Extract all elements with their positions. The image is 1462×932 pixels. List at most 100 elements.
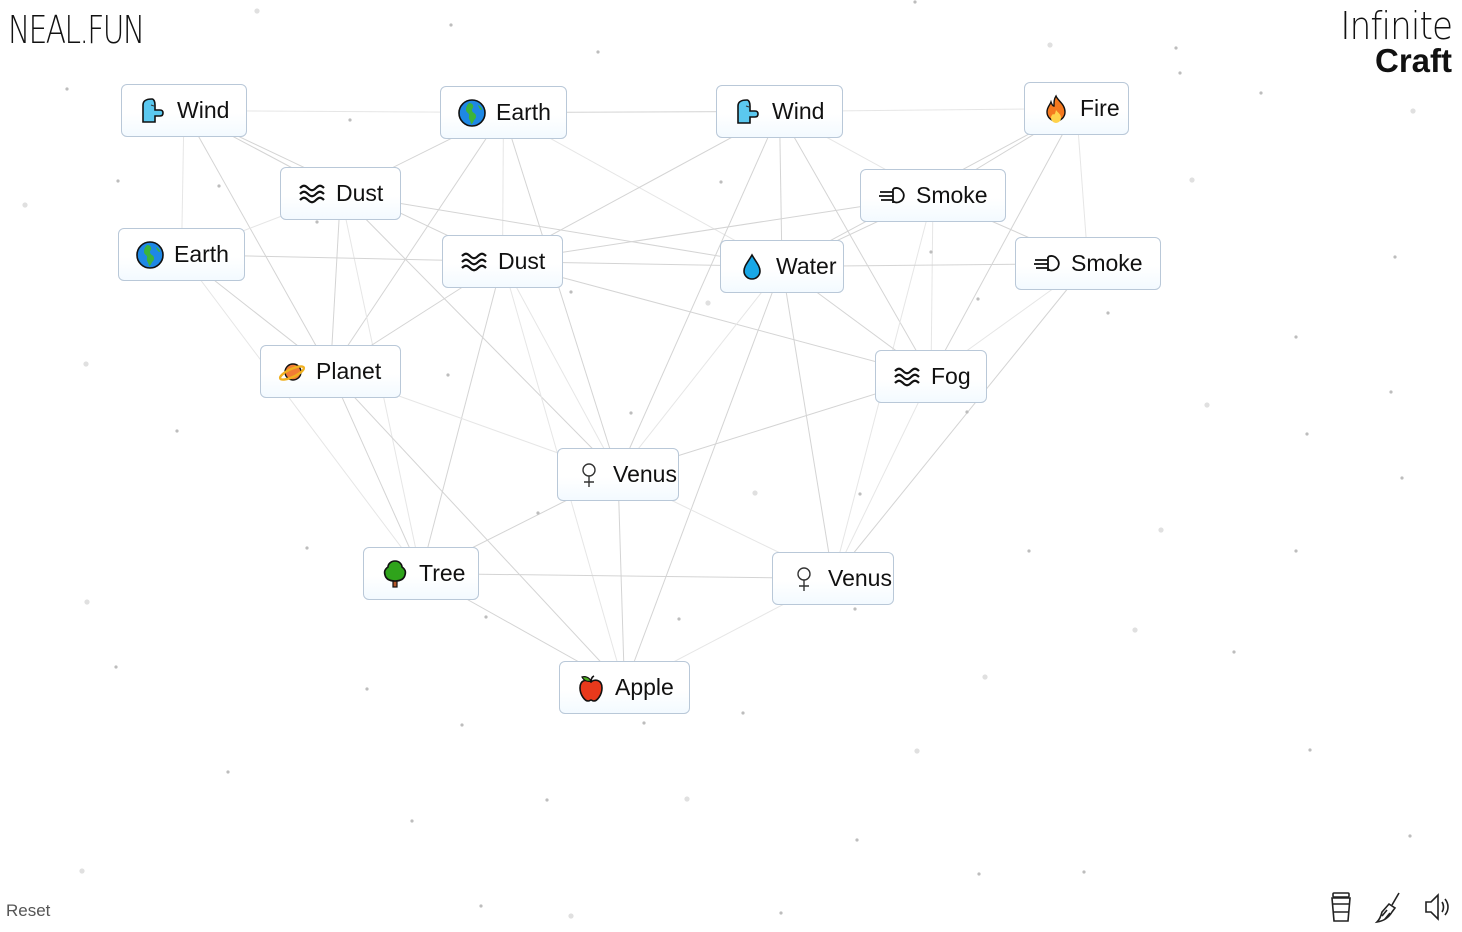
element-wind[interactable]: Wind bbox=[716, 85, 843, 138]
connection-line bbox=[502, 261, 932, 377]
speaker-icon[interactable] bbox=[1422, 890, 1452, 924]
element-label: Wind bbox=[772, 98, 825, 124]
background-particle bbox=[1232, 650, 1236, 654]
brand-infinite: Infinite bbox=[1340, 4, 1453, 48]
element-label: Earth bbox=[174, 241, 229, 267]
background-particle bbox=[642, 721, 646, 725]
background-particle bbox=[965, 410, 969, 414]
background-particle bbox=[217, 184, 221, 188]
background-particle bbox=[1400, 476, 1404, 480]
element-venus[interactable]: Venus bbox=[557, 448, 679, 501]
connection-line bbox=[330, 371, 625, 688]
broom-icon[interactable] bbox=[1374, 890, 1404, 924]
background-particle bbox=[446, 373, 450, 377]
background-particle bbox=[545, 798, 549, 802]
background-particle bbox=[1106, 311, 1110, 315]
waves-icon bbox=[459, 247, 489, 277]
background-particle bbox=[449, 23, 453, 27]
background-particle bbox=[596, 50, 600, 54]
globe-icon bbox=[135, 240, 165, 270]
background-particle bbox=[1178, 71, 1182, 75]
element-label: Planet bbox=[316, 358, 382, 384]
background-particle bbox=[684, 796, 690, 802]
smoke-icon bbox=[1032, 249, 1062, 279]
background-particle bbox=[1158, 527, 1164, 533]
background-particle bbox=[479, 904, 483, 908]
connection-line bbox=[617, 266, 783, 475]
background-particle bbox=[929, 250, 933, 254]
background-particle bbox=[568, 913, 574, 919]
element-dust[interactable]: Dust bbox=[442, 235, 563, 288]
connection-line bbox=[832, 376, 932, 579]
background-particle bbox=[977, 872, 981, 876]
element-fire[interactable]: Fire bbox=[1024, 82, 1129, 135]
background-particle bbox=[569, 290, 573, 294]
background-particle bbox=[853, 607, 857, 611]
neal-fun-logo[interactable]: NEAL.FUN bbox=[8, 6, 145, 54]
connection-line bbox=[832, 263, 1089, 579]
background-particle bbox=[1082, 870, 1086, 874]
background-particle bbox=[410, 819, 414, 823]
background-particle bbox=[629, 411, 633, 415]
coffee-cup-icon[interactable] bbox=[1326, 890, 1356, 924]
fire-icon bbox=[1041, 94, 1071, 124]
element-fog[interactable]: Fog bbox=[875, 350, 987, 403]
element-earth[interactable]: Earth bbox=[118, 228, 245, 281]
element-label: Wind bbox=[177, 97, 230, 123]
background-particle bbox=[348, 118, 352, 122]
element-label: Tree bbox=[419, 560, 466, 586]
background-particle bbox=[22, 202, 28, 208]
element-apple[interactable]: Apple bbox=[559, 661, 690, 714]
element-label: Water bbox=[776, 253, 837, 279]
element-dust[interactable]: Dust bbox=[280, 167, 401, 220]
element-label: Fire bbox=[1080, 95, 1120, 121]
connection-line bbox=[617, 474, 625, 688]
apple-icon bbox=[576, 673, 606, 703]
element-label: Apple bbox=[615, 674, 674, 700]
planet-icon bbox=[277, 357, 307, 387]
background-particle bbox=[752, 490, 758, 496]
element-label: Smoke bbox=[916, 182, 988, 208]
connection-line bbox=[181, 254, 422, 574]
background-particle bbox=[83, 361, 89, 367]
element-label: Dust bbox=[498, 248, 546, 274]
background-particle bbox=[1259, 91, 1263, 95]
connection-line bbox=[617, 111, 780, 475]
background-particle bbox=[719, 180, 723, 184]
reset-button[interactable]: Reset bbox=[6, 901, 50, 921]
element-tree[interactable]: Tree bbox=[363, 547, 479, 600]
background-particle bbox=[1305, 432, 1309, 436]
element-wind[interactable]: Wind bbox=[121, 84, 247, 137]
background-particle bbox=[1132, 627, 1138, 633]
background-particle bbox=[1389, 390, 1393, 394]
background-particle bbox=[1047, 42, 1053, 48]
background-particle bbox=[65, 87, 69, 91]
element-earth[interactable]: Earth bbox=[440, 86, 567, 139]
background-particle bbox=[536, 511, 540, 515]
element-planet[interactable]: Planet bbox=[260, 345, 401, 398]
connection-line bbox=[420, 261, 503, 574]
waves-icon bbox=[892, 362, 922, 392]
background-particle bbox=[914, 748, 920, 754]
background-particle bbox=[305, 546, 309, 550]
element-smoke[interactable]: Smoke bbox=[1015, 237, 1161, 290]
connection-line bbox=[781, 266, 834, 579]
background-particle bbox=[677, 617, 681, 621]
wind-face-icon bbox=[138, 96, 168, 126]
connection-lines bbox=[22, 0, 1416, 919]
female-sign-icon bbox=[789, 564, 819, 594]
background-particle bbox=[1294, 549, 1298, 553]
element-water[interactable]: Water bbox=[720, 240, 844, 293]
element-smoke[interactable]: Smoke bbox=[860, 169, 1006, 222]
background-particle bbox=[175, 429, 179, 433]
background-particle bbox=[226, 770, 230, 774]
element-venus[interactable]: Venus bbox=[772, 552, 894, 605]
background-particle bbox=[976, 297, 980, 301]
background-particle bbox=[913, 0, 917, 4]
background-particle bbox=[1393, 255, 1397, 259]
background-particle bbox=[315, 220, 319, 224]
globe-icon bbox=[457, 98, 487, 128]
background-particle bbox=[365, 687, 369, 691]
element-label: Smoke bbox=[1071, 250, 1143, 276]
background-particle bbox=[982, 674, 988, 680]
